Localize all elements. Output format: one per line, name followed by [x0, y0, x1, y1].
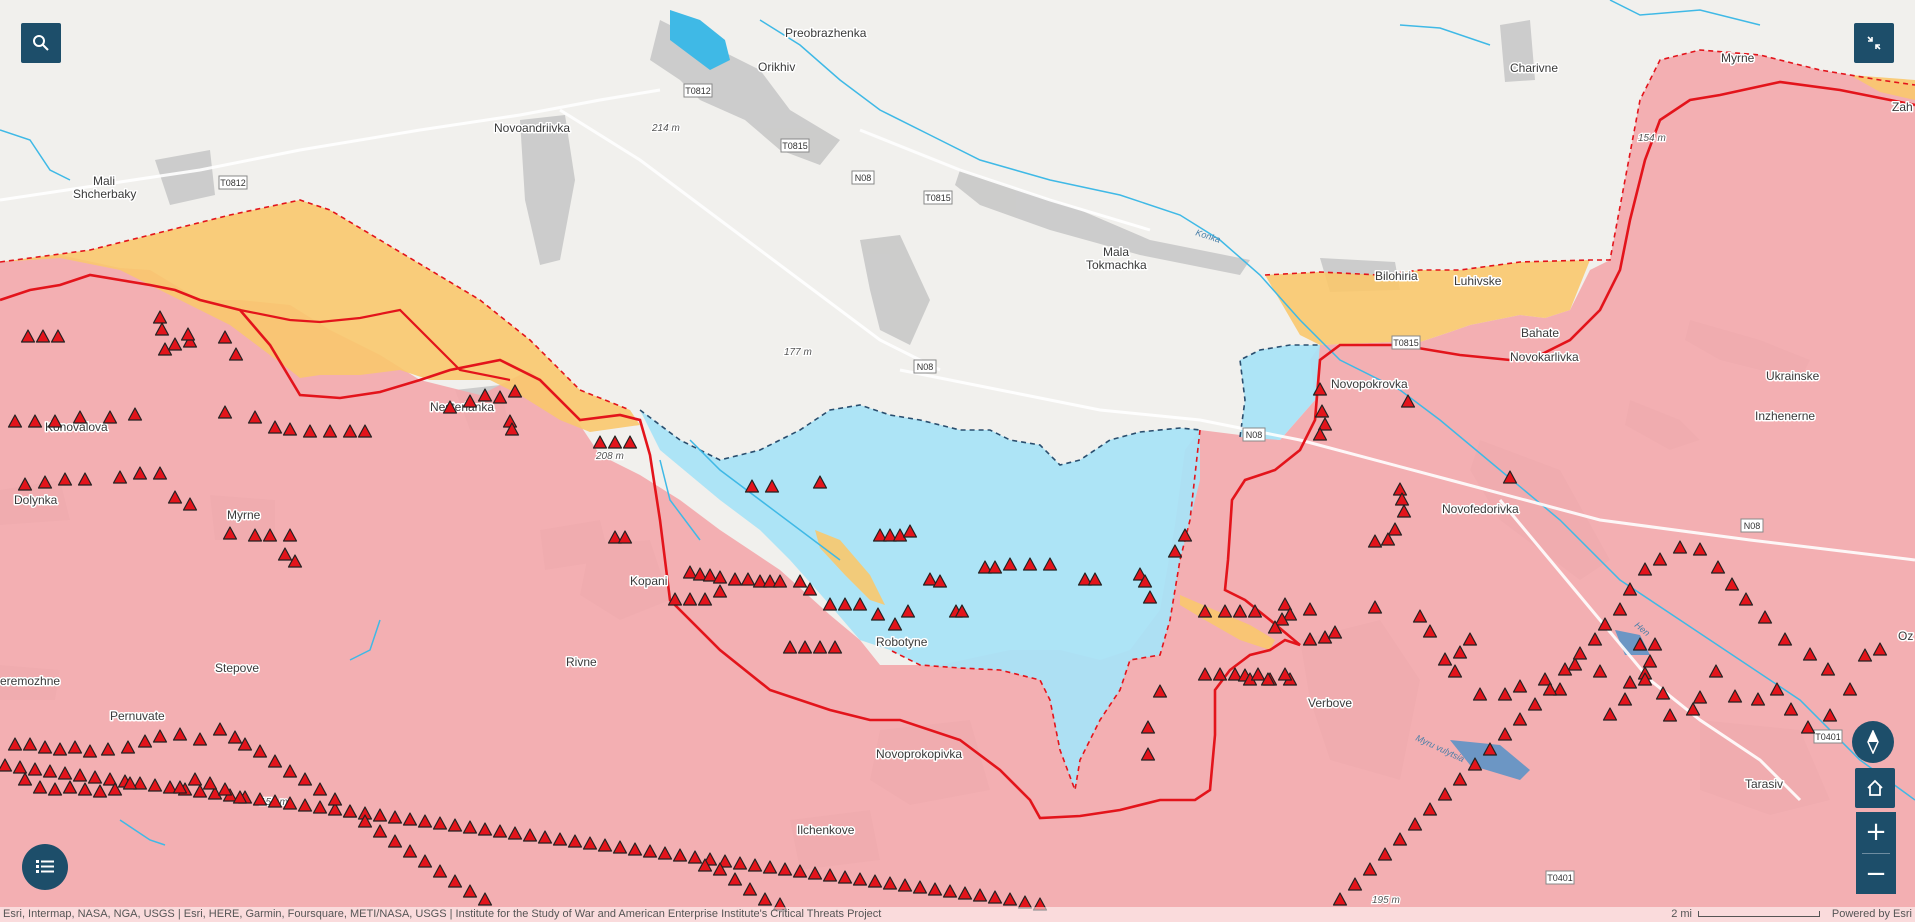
- label-novopokrovka: Novopokrovka: [1331, 377, 1408, 391]
- label-novoprokopivka: Novoprokopivka: [876, 747, 962, 761]
- svg-text:N08: N08: [917, 362, 934, 372]
- attribution-sources[interactable]: Esri, Intermap, NASA, NGA, USGS | Esri, …: [3, 907, 881, 922]
- attribution-bar: Esri, Intermap, NASA, NGA, USGS | Esri, …: [0, 907, 1915, 922]
- list-icon: [36, 860, 54, 873]
- svg-text:T0815: T0815: [782, 141, 808, 151]
- shield-t0815-c: T0815: [1391, 335, 1421, 350]
- label-bilohiria: Bilohiria: [1375, 269, 1418, 283]
- home-button[interactable]: [1855, 768, 1895, 808]
- label-ilchenkove: Ilchenkove: [797, 823, 855, 837]
- svg-text:T0812: T0812: [220, 178, 246, 188]
- label-mali: Mali: [93, 174, 115, 188]
- label-kopani: Kopani: [630, 574, 667, 588]
- shield-n08-b: N08: [913, 359, 937, 374]
- scale-bar-line: [1698, 911, 1820, 918]
- shield-t0815-b: T0815: [923, 190, 953, 205]
- label-novofedorivka: Novofedorivka: [1442, 502, 1519, 516]
- scale-bar: 2 mi: [1671, 907, 1820, 922]
- label-novokarlivka: Novokarlivka: [1510, 350, 1579, 364]
- shield-t0401-a: T0401: [1813, 729, 1843, 744]
- label-myrne-w: Myrne: [227, 508, 261, 522]
- zoom-in-button[interactable]: +: [1856, 812, 1896, 852]
- exit-fullscreen-button[interactable]: [1854, 23, 1894, 63]
- home-icon: [1867, 779, 1883, 796]
- label-bahate: Bahate: [1521, 326, 1559, 340]
- legend-button[interactable]: [22, 844, 68, 890]
- label-verbove: Verbove: [1308, 696, 1352, 710]
- label-shcherbaky: Shcherbaky: [73, 187, 136, 201]
- shield-n08-a: N08: [851, 170, 875, 185]
- svg-text:T0815: T0815: [1393, 338, 1419, 348]
- elevation-214: 214 m: [651, 123, 680, 134]
- shield-n08-d: N08: [1740, 518, 1764, 533]
- label-tarasivka: Tarasiv: [1745, 777, 1783, 791]
- label-ukrainske: Ukrainske: [1766, 369, 1820, 383]
- label-mala: Mala: [1103, 245, 1129, 259]
- label-novoandriivka: Novoandriivka: [494, 121, 570, 135]
- label-rivne: Rivne: [566, 655, 597, 669]
- label-inzhenerne: Inzhenerne: [1755, 409, 1815, 423]
- label-tokmachka: Tokmachka: [1086, 258, 1147, 272]
- shield-n08-c: N08: [1242, 427, 1266, 442]
- label-orikhiv: Orikhiv: [758, 60, 795, 74]
- zoom-out-button[interactable]: −: [1856, 854, 1896, 894]
- label-zah: Zah: [1892, 100, 1913, 114]
- shield-t0401-b: T0401: [1545, 870, 1575, 885]
- label-dolynka: Dolynka: [14, 493, 58, 507]
- search-icon: [33, 35, 49, 51]
- zoom-controls: + −: [1856, 812, 1896, 894]
- label-myrne-ne: Myrne: [1721, 51, 1755, 65]
- label-stepove: Stepove: [215, 661, 259, 675]
- svg-text:N08: N08: [855, 173, 872, 183]
- label-oz: Oz: [1898, 629, 1913, 643]
- map-canvas[interactable]: Preobrazhenka Orikhiv Novoandriivka Mali…: [0, 0, 1915, 922]
- search-button[interactable]: [21, 23, 61, 63]
- shield-t0812-b: T0812: [218, 175, 248, 190]
- exit-fullscreen-icon: [1867, 36, 1881, 50]
- scale-label: 2 mi: [1671, 908, 1692, 920]
- label-charivne: Charivne: [1510, 61, 1558, 75]
- elevation-208: 208 m: [595, 451, 624, 462]
- compass-icon: [1867, 730, 1879, 754]
- shield-t0812-a: T0812: [683, 83, 713, 98]
- compass-button[interactable]: [1852, 721, 1894, 763]
- elevation-177: 177 m: [784, 347, 812, 358]
- elevation-154: 154 m: [1638, 133, 1666, 144]
- svg-text:T0815: T0815: [925, 193, 951, 203]
- elevation-195: 195 m: [1372, 895, 1400, 906]
- powered-by[interactable]: Powered by Esri: [1832, 907, 1912, 922]
- label-nesterianka: Nesterianka: [430, 400, 494, 414]
- svg-text:N08: N08: [1744, 521, 1761, 531]
- shield-t0815-a: T0815: [780, 138, 810, 153]
- label-preobrazhenka: Preobrazhenka: [785, 26, 867, 40]
- label-neremozhne: eremozhne: [0, 674, 60, 688]
- svg-text:T0812: T0812: [685, 86, 711, 96]
- svg-text:T0401: T0401: [1815, 732, 1841, 742]
- svg-text:N08: N08: [1246, 430, 1263, 440]
- label-robotyne: Robotyne: [876, 635, 928, 649]
- label-luhivske: Luhivske: [1454, 274, 1502, 288]
- label-pernuvate: Pernuvate: [110, 709, 165, 723]
- svg-text:T0401: T0401: [1547, 873, 1573, 883]
